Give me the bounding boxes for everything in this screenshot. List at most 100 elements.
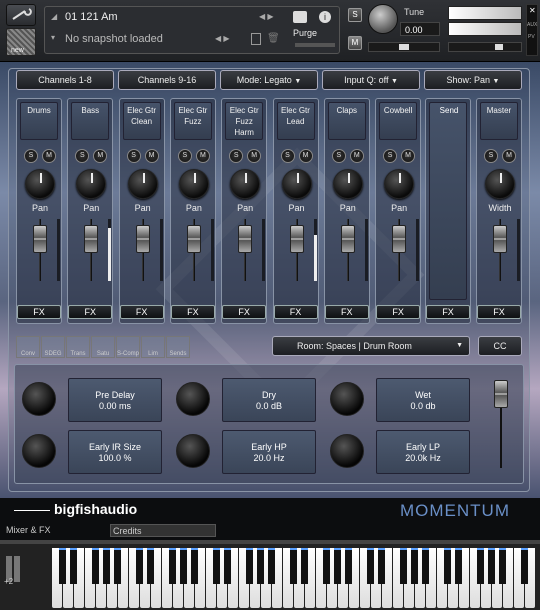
param-box[interactable]: Early IR Size 100.0 % <box>68 430 162 474</box>
dry-knob[interactable] <box>176 382 210 416</box>
wrench-button[interactable] <box>6 4 36 26</box>
early-hp-knob[interactable] <box>176 434 210 468</box>
room-select[interactable]: Room: Spaces | Drum Room ▼ <box>272 336 470 356</box>
param-box[interactable]: Wet 0.0 db <box>376 378 470 422</box>
pv-label[interactable]: PV <box>528 35 535 40</box>
black-key[interactable] <box>345 548 352 584</box>
black-key[interactable] <box>334 548 341 584</box>
preset-prev-next-icon[interactable]: ◀ ▶ <box>259 13 274 21</box>
mute-button[interactable]: M <box>401 149 416 163</box>
send-fx-button[interactable]: FX <box>426 305 470 319</box>
solo-button[interactable]: S <box>75 149 90 163</box>
black-key[interactable] <box>147 548 154 584</box>
black-key[interactable] <box>367 548 374 584</box>
pan-knob[interactable] <box>384 169 415 199</box>
solo-button[interactable]: S <box>348 8 362 22</box>
black-key[interactable] <box>59 548 66 584</box>
black-key[interactable] <box>114 548 121 584</box>
early-ir-size-knob[interactable] <box>22 434 56 468</box>
channels-1-8-button[interactable]: Channels 1-8 <box>16 70 114 90</box>
master-fx-button[interactable]: FX <box>477 305 521 319</box>
early-lp-knob[interactable] <box>330 434 364 468</box>
fx-tab[interactable]: Trans <box>66 336 90 358</box>
cc-button[interactable]: CC <box>478 336 522 356</box>
new-instrument-button[interactable]: new <box>6 28 36 56</box>
pan-knob[interactable] <box>178 169 209 199</box>
volume-slider[interactable] <box>448 42 522 52</box>
black-key[interactable] <box>378 548 385 584</box>
pan-knob[interactable] <box>25 169 55 199</box>
volume-fader-cap[interactable] <box>33 225 47 253</box>
tune-knob[interactable] <box>368 4 398 34</box>
tab-mixer-fx[interactable]: Mixer & FX <box>6 526 51 535</box>
volume-fader-cap[interactable] <box>392 225 407 253</box>
black-key[interactable] <box>323 548 330 584</box>
fx-tab[interactable]: S-Comp <box>116 336 140 358</box>
black-key[interactable] <box>136 548 143 584</box>
info-icon[interactable]: i <box>319 11 331 23</box>
pan-knob[interactable] <box>230 169 261 199</box>
black-key[interactable] <box>246 548 253 584</box>
black-key[interactable] <box>169 548 176 584</box>
reverb-fader-cap[interactable] <box>494 380 508 408</box>
black-key[interactable] <box>521 548 528 584</box>
master-solo-button[interactable]: S <box>484 149 498 163</box>
pan-knob[interactable] <box>76 169 107 199</box>
volume-fader-cap[interactable] <box>186 225 201 253</box>
fx-tab[interactable]: Conv <box>16 336 40 358</box>
fx-tab[interactable]: Lim <box>141 336 165 358</box>
fx-button[interactable]: FX <box>222 305 267 319</box>
mute-button[interactable]: M <box>348 36 362 50</box>
mute-button[interactable]: M <box>195 149 210 163</box>
black-key[interactable] <box>301 548 308 584</box>
black-key[interactable] <box>411 548 418 584</box>
master-mute-button[interactable]: M <box>502 149 516 163</box>
preset-name[interactable]: 01 121 Am <box>65 12 118 23</box>
fx-button[interactable]: FX <box>273 305 318 319</box>
pan-slider[interactable] <box>368 42 440 52</box>
mute-button[interactable]: M <box>247 149 262 163</box>
black-key[interactable] <box>191 548 198 584</box>
snapshot-arrow-icon[interactable]: ▾ <box>51 34 55 42</box>
input-q-select[interactable]: Input Q: off ▼ <box>322 70 420 90</box>
solo-button[interactable]: S <box>126 149 141 163</box>
black-key[interactable] <box>224 548 231 584</box>
black-key[interactable] <box>70 548 77 584</box>
pan-knob[interactable] <box>281 169 312 199</box>
volume-fader-cap[interactable] <box>340 225 355 253</box>
camera-icon[interactable] <box>293 11 307 23</box>
collapse-arrow-icon[interactable]: ◢ <box>51 13 57 21</box>
solo-button[interactable]: S <box>177 149 192 163</box>
mute-button[interactable]: M <box>42 149 56 163</box>
delete-icon[interactable]: 🗑 <box>267 34 280 44</box>
pan-slider-handle[interactable] <box>399 44 409 50</box>
fx-button[interactable]: FX <box>68 305 113 319</box>
black-key[interactable] <box>499 548 506 584</box>
param-box[interactable]: Early HP 20.0 Hz <box>222 430 316 474</box>
fx-button[interactable]: FX <box>119 305 164 319</box>
black-key[interactable] <box>213 548 220 584</box>
volume-slider-handle[interactable] <box>495 44 503 50</box>
mod-wheel[interactable] <box>14 556 20 582</box>
wet-knob[interactable] <box>330 382 364 416</box>
black-key[interactable] <box>444 548 451 584</box>
fx-tab[interactable]: Satu <box>91 336 115 358</box>
black-key[interactable] <box>488 548 495 584</box>
param-box[interactable]: Pre Delay 0.00 ms <box>68 378 162 422</box>
pan-knob[interactable] <box>127 169 158 199</box>
black-key[interactable] <box>422 548 429 584</box>
master-fader-cap[interactable] <box>493 225 507 253</box>
solo-button[interactable]: S <box>229 149 244 163</box>
save-icon[interactable] <box>251 33 261 45</box>
volume-fader-cap[interactable] <box>289 225 304 253</box>
solo-button[interactable]: S <box>280 149 295 163</box>
fx-button[interactable]: FX <box>170 305 215 319</box>
black-key[interactable] <box>103 548 110 584</box>
mute-button[interactable]: M <box>349 149 364 163</box>
volume-fader-cap[interactable] <box>238 225 253 253</box>
black-key[interactable] <box>92 548 99 584</box>
solo-button[interactable]: S <box>24 149 38 163</box>
black-key[interactable] <box>455 548 462 584</box>
fx-button[interactable]: FX <box>376 305 421 319</box>
master-width-knob[interactable] <box>485 169 515 199</box>
